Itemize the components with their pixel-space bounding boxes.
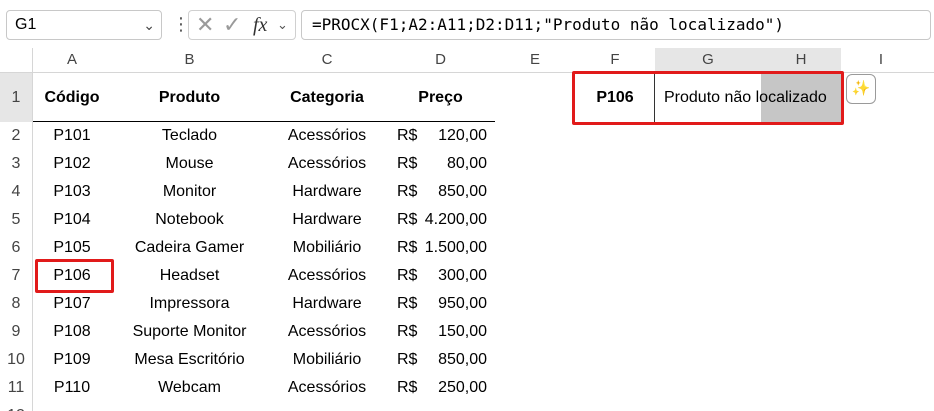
cell-codigo[interactable]: P104 <box>33 206 111 234</box>
price-value: 300,00 <box>438 267 487 284</box>
cell-produto[interactable]: Teclado <box>111 122 268 150</box>
cell-codigo[interactable]: P105 <box>33 234 111 262</box>
chevron-down-icon[interactable]: ⌄ <box>277 11 288 39</box>
formula-buttons: ✕ ✓ fx ⌄ <box>188 10 296 40</box>
cell-preco[interactable]: R$ 80,00 <box>397 150 487 178</box>
cell-preco[interactable]: R$ 120,00 <box>397 122 487 150</box>
row-header-10[interactable]: 10 <box>0 346 32 374</box>
currency-symbol: R$ <box>397 239 418 256</box>
fx-icon[interactable]: fx <box>253 11 267 39</box>
cell-categoria[interactable]: Acessórios <box>268 150 386 178</box>
row-header-2[interactable]: 2 <box>0 122 32 150</box>
currency-symbol: R$ <box>397 155 418 172</box>
currency-symbol: R$ <box>397 323 418 340</box>
row-header-7[interactable]: 7 <box>0 262 32 290</box>
cell-preco[interactable]: R$ 250,00 <box>397 374 487 402</box>
chevron-down-icon[interactable]: ⌄ <box>143 11 155 39</box>
cell-codigo[interactable]: P102 <box>33 150 111 178</box>
header-produto[interactable]: Produto <box>111 73 268 122</box>
highlight-box-result <box>572 71 844 125</box>
cell-codigo[interactable]: P110 <box>33 374 111 402</box>
price-value: 120,00 <box>438 127 487 144</box>
formula-input[interactable]: =PROCX(F1;A2:A11;D2:D11;"Produto não loc… <box>301 10 931 40</box>
cell-preco[interactable]: R$ 300,00 <box>397 262 487 290</box>
column-header-c[interactable]: C <box>268 48 386 72</box>
row-header-6[interactable]: 6 <box>0 234 32 262</box>
cell-categoria[interactable]: Acessórios <box>268 374 386 402</box>
price-value: 4.200,00 <box>424 211 487 228</box>
price-value: 950,00 <box>438 295 487 312</box>
column-header-h[interactable]: H <box>761 48 841 72</box>
price-value: 80,00 <box>446 155 487 172</box>
column-header-b[interactable]: B <box>111 48 268 72</box>
cell-codigo[interactable]: P108 <box>33 318 111 346</box>
x-icon[interactable]: ✕ <box>196 11 214 39</box>
cell-produto[interactable]: Webcam <box>111 374 268 402</box>
row-header-9[interactable]: 9 <box>0 318 32 346</box>
column-header-i[interactable]: I <box>841 48 921 72</box>
column-header-g[interactable]: G <box>655 48 761 72</box>
cell-produto[interactable]: Headset <box>111 262 268 290</box>
cell-preco[interactable]: R$ 850,00 <box>397 346 487 374</box>
cell-categoria[interactable]: Hardware <box>268 290 386 318</box>
cell-categoria[interactable]: Hardware <box>268 206 386 234</box>
cell-codigo[interactable]: P101 <box>33 122 111 150</box>
currency-symbol: R$ <box>397 183 418 200</box>
column-header-f[interactable]: F <box>575 48 655 72</box>
cell-categoria[interactable]: Acessórios <box>268 318 386 346</box>
price-value: 850,00 <box>438 183 487 200</box>
row-header-5[interactable]: 5 <box>0 206 32 234</box>
cell-produto[interactable]: Cadeira Gamer <box>111 234 268 262</box>
cell-produto[interactable]: Impressora <box>111 290 268 318</box>
price-value: 1.500,00 <box>424 239 487 256</box>
cell-categoria[interactable]: Acessórios <box>268 262 386 290</box>
cell-categoria[interactable]: Hardware <box>268 178 386 206</box>
header-preco[interactable]: Preço <box>386 73 495 122</box>
header-categoria[interactable]: Categoria <box>268 73 386 122</box>
cell-codigo[interactable]: P103 <box>33 178 111 206</box>
currency-symbol: R$ <box>397 295 418 312</box>
row-header-1[interactable]: 1 <box>0 73 32 122</box>
currency-symbol: R$ <box>397 379 418 396</box>
sparkle-icon[interactable]: ✨ <box>846 74 876 104</box>
cell-categoria[interactable]: Mobiliário <box>268 346 386 374</box>
cell-categoria[interactable]: Mobiliário <box>268 234 386 262</box>
price-value: 250,00 <box>438 379 487 396</box>
cell-preco[interactable]: R$ 950,00 <box>397 290 487 318</box>
cell-categoria[interactable]: Acessórios <box>268 122 386 150</box>
cell-preco[interactable]: R$ 4.200,00 <box>397 206 487 234</box>
currency-symbol: R$ <box>397 267 418 284</box>
column-header-a[interactable]: A <box>33 48 111 72</box>
name-box[interactable]: G1 ⌄ <box>6 10 162 40</box>
cell-produto[interactable]: Mouse <box>111 150 268 178</box>
cell-produto[interactable]: Mesa Escritório <box>111 346 268 374</box>
cell-produto[interactable]: Monitor <box>111 178 268 206</box>
header-codigo[interactable]: Código <box>33 73 111 122</box>
currency-symbol: R$ <box>397 351 418 368</box>
price-value: 150,00 <box>438 323 487 340</box>
cell-produto[interactable]: Suporte Monitor <box>111 318 268 346</box>
cell-codigo[interactable]: P109 <box>33 346 111 374</box>
cell-produto[interactable]: Notebook <box>111 206 268 234</box>
formula-bar-area: G1 ⌄ ⋮ ✕ ✓ fx ⌄ =PROCX(F1;A2:A11;D2:D11;… <box>0 0 934 48</box>
currency-symbol: R$ <box>397 211 418 228</box>
cell-preco[interactable]: R$ 150,00 <box>397 318 487 346</box>
checkmark-icon[interactable]: ✓ <box>223 11 241 39</box>
price-value: 850,00 <box>438 351 487 368</box>
cell-preco[interactable]: R$ 1.500,00 <box>397 234 487 262</box>
column-header-e[interactable]: E <box>495 48 575 72</box>
currency-symbol: R$ <box>397 127 418 144</box>
row-header-4[interactable]: 4 <box>0 178 32 206</box>
name-box-value: G1 <box>15 16 37 33</box>
row-header-3[interactable]: 3 <box>0 150 32 178</box>
column-header-d[interactable]: D <box>386 48 495 72</box>
row-header-11[interactable]: 11 <box>0 374 32 402</box>
row-header-8[interactable]: 8 <box>0 290 32 318</box>
cell-preco[interactable]: R$ 850,00 <box>397 178 487 206</box>
row-header-12[interactable]: 12 <box>0 402 32 411</box>
cell-codigo[interactable]: P107 <box>33 290 111 318</box>
highlight-box-code <box>35 259 114 293</box>
